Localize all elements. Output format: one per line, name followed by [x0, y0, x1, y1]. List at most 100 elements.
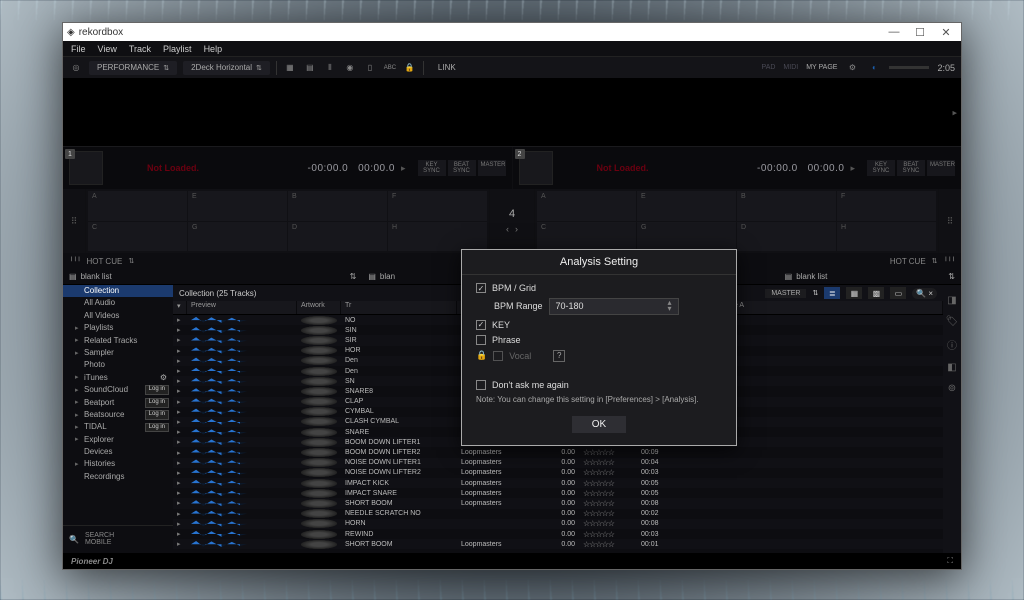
- row-preview[interactable]: [191, 469, 293, 477]
- mh-file-icon-1[interactable]: ▤: [69, 272, 77, 281]
- deck-1-key-sync[interactable]: KEY SYNC: [418, 160, 446, 176]
- menu-file[interactable]: File: [71, 44, 86, 54]
- row-preview[interactable]: [191, 499, 293, 507]
- sidebar-item-histories[interactable]: ▸Histories: [63, 458, 173, 470]
- row-preview[interactable]: [191, 428, 293, 436]
- headphone-icon[interactable]: ◐: [867, 61, 881, 75]
- pad-cell[interactable]: E: [637, 191, 736, 221]
- gear-icon[interactable]: ⚙: [160, 373, 167, 383]
- row-play-icon[interactable]: ▸: [173, 408, 187, 416]
- col-artwork[interactable]: Artwork: [297, 301, 341, 314]
- row-preview[interactable]: [191, 347, 293, 355]
- row-preview[interactable]: [191, 510, 293, 518]
- view-large-icon[interactable]: ▭: [890, 287, 906, 299]
- midi-label[interactable]: MIDI: [783, 64, 798, 71]
- rp-related-icon[interactable]: ⊚: [948, 383, 956, 394]
- row-play-icon[interactable]: ▸: [173, 347, 187, 355]
- sidebar-item-tidal[interactable]: ▸TIDALLog in: [63, 421, 173, 433]
- deck-2-play-icon[interactable]: ▸: [850, 163, 855, 174]
- row-rating[interactable]: ☆☆☆☆☆: [579, 489, 637, 498]
- sidebar-item-photo[interactable]: Photo: [63, 359, 173, 371]
- panel-icon-2[interactable]: ▤: [303, 61, 317, 75]
- pad-cell[interactable]: H: [837, 222, 936, 252]
- row-preview[interactable]: [191, 408, 293, 416]
- layout-selector[interactable]: 2Deck Horizontal ⇅: [183, 61, 270, 75]
- pad-cell[interactable]: F: [837, 191, 936, 221]
- pad-label[interactable]: PAD: [762, 64, 776, 71]
- mh-file-icon-3[interactable]: ▤: [785, 272, 793, 281]
- rp-expand-icon[interactable]: ◨: [947, 295, 956, 306]
- row-play-icon[interactable]: ▸: [173, 469, 187, 477]
- row-rating[interactable]: ☆☆☆☆☆: [579, 509, 637, 518]
- row-preview[interactable]: [191, 418, 293, 426]
- pad-cell[interactable]: D: [737, 222, 836, 252]
- ok-button[interactable]: OK: [572, 416, 626, 433]
- browser-search[interactable]: 🔍×: [912, 288, 937, 299]
- hotcue-right-label[interactable]: HOT CUE: [890, 257, 926, 266]
- sidebar-item-soundcloud[interactable]: ▸SoundCloudLog in: [63, 384, 173, 396]
- pad-cell[interactable]: B: [737, 191, 836, 221]
- row-preview[interactable]: [191, 357, 293, 365]
- row-play-icon[interactable]: ▸: [173, 326, 187, 334]
- row-play-icon[interactable]: ▸: [173, 449, 187, 457]
- sidebar-item-related-tracks[interactable]: ▸Related Tracks: [63, 335, 173, 347]
- row-rating[interactable]: ☆☆☆☆☆: [579, 479, 637, 488]
- row-play-icon[interactable]: ▸: [173, 357, 187, 365]
- table-row[interactable]: ▸REWIND0.00☆☆☆☆☆00:03: [173, 529, 943, 539]
- row-preview[interactable]: [191, 459, 293, 467]
- panel-icon-1[interactable]: ▦: [283, 61, 297, 75]
- view-grid2-icon[interactable]: ▦: [846, 287, 862, 299]
- row-play-icon[interactable]: ▸: [173, 428, 187, 436]
- sidebar-item-beatsource[interactable]: ▸BeatsourceLog in: [63, 409, 173, 421]
- waveform-expand-icon[interactable]: ▸: [952, 107, 957, 118]
- lock-icon[interactable]: 🔒: [403, 61, 417, 75]
- window-close[interactable]: ✕: [935, 26, 957, 39]
- pad-cell[interactable]: H: [388, 222, 487, 252]
- row-preview[interactable]: [191, 326, 293, 334]
- col-title[interactable]: Tr: [341, 301, 457, 314]
- row-play-icon[interactable]: ▸: [173, 418, 187, 426]
- row-play-icon[interactable]: ▸: [173, 489, 187, 497]
- table-row[interactable]: ▸NOISE DOWN LIFTER2Loopmasters0.00☆☆☆☆☆0…: [173, 468, 943, 478]
- row-play-icon[interactable]: ▸: [173, 459, 187, 467]
- sidebar-item-explorer[interactable]: ▸Explorer: [63, 434, 173, 446]
- menu-help[interactable]: Help: [204, 44, 223, 54]
- pad-cell[interactable]: A: [88, 191, 187, 221]
- view-list-icon[interactable]: ≣: [824, 287, 840, 299]
- row-rating[interactable]: ☆☆☆☆☆: [579, 499, 637, 508]
- window-maximize[interactable]: ☐: [909, 26, 931, 39]
- deck-1-beat-sync[interactable]: BEAT SYNC: [448, 160, 476, 176]
- row-preview[interactable]: [191, 489, 293, 497]
- mypage-button[interactable]: MY PAGE: [806, 64, 837, 71]
- col-date[interactable]: Date A: [719, 301, 943, 314]
- row-rating[interactable]: ☆☆☆☆☆: [579, 519, 637, 528]
- rp-sub-icon[interactable]: ◧: [947, 362, 956, 373]
- bpm-range-select[interactable]: 70-180 ▴▾: [549, 298, 679, 315]
- table-row[interactable]: ▸SHORT BOOMLoopmasters0.00☆☆☆☆☆00:08: [173, 498, 943, 508]
- bank-next-icon[interactable]: ›: [515, 224, 518, 234]
- row-rating[interactable]: ☆☆☆☆☆: [579, 468, 637, 477]
- login-button[interactable]: Log in: [145, 385, 169, 395]
- row-play-icon[interactable]: ▸: [173, 336, 187, 344]
- sidebar-item-beatport[interactable]: ▸BeatportLog in: [63, 397, 173, 409]
- pad-cell[interactable]: C: [88, 222, 187, 252]
- row-preview[interactable]: [191, 387, 293, 395]
- table-row[interactable]: ▸SHORT BOOMLoopmasters0.00☆☆☆☆☆00:01: [173, 539, 943, 549]
- row-preview[interactable]: [191, 479, 293, 487]
- pad-side-right[interactable]: ⠿: [939, 189, 961, 253]
- master-arrows-icon[interactable]: ⇅: [812, 289, 818, 297]
- video-icon[interactable]: ▯: [363, 61, 377, 75]
- row-play-icon[interactable]: ▸: [173, 479, 187, 487]
- menu-playlist[interactable]: Playlist: [163, 44, 192, 54]
- checkbox-phrase[interactable]: [476, 335, 486, 345]
- login-button[interactable]: Log in: [145, 398, 169, 408]
- row-play-icon[interactable]: ▸: [173, 530, 187, 538]
- pad-cell[interactable]: G: [637, 222, 736, 252]
- browser-master-button[interactable]: MASTER: [765, 289, 806, 298]
- row-preview[interactable]: [191, 438, 293, 446]
- menu-track[interactable]: Track: [129, 44, 151, 54]
- login-button[interactable]: Log in: [145, 410, 169, 420]
- window-minimize[interactable]: —: [883, 26, 905, 38]
- table-row[interactable]: ▸BOOM DOWN LIFTER2Loopmasters0.00☆☆☆☆☆00…: [173, 447, 943, 457]
- sidebar-item-all-audio[interactable]: All Audio: [63, 297, 173, 309]
